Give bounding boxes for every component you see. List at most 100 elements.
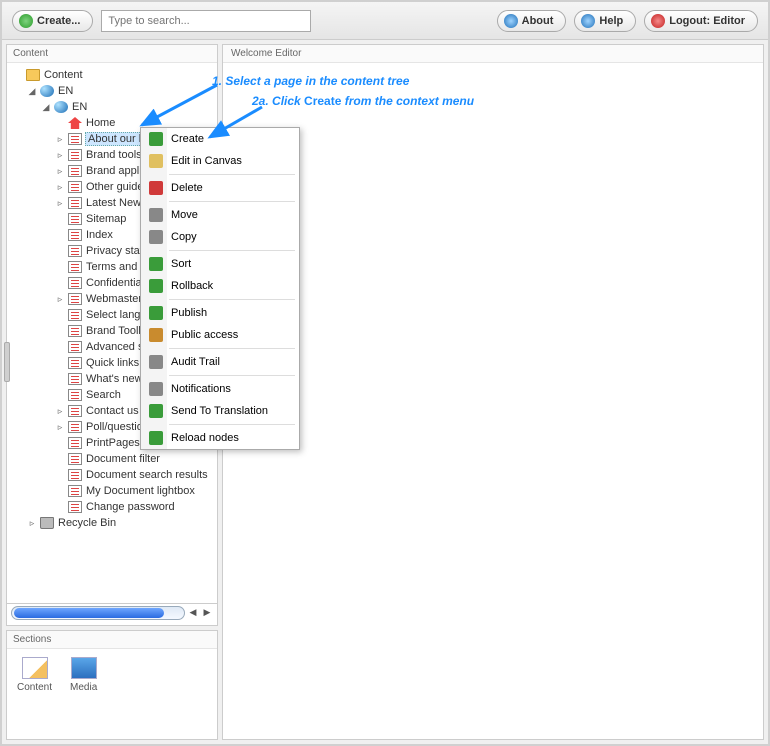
annotation-step2: 2a. Click Create from the context menu (252, 94, 474, 108)
plus-icon (19, 14, 33, 28)
context-menu-item[interactable]: Reload nodes (141, 427, 299, 449)
content-section-icon (22, 657, 48, 679)
about-button[interactable]: About (497, 10, 567, 32)
logout-icon (651, 14, 665, 28)
page-icon (68, 165, 82, 177)
sections-body: Content Media (7, 649, 217, 701)
menu-item-icon (149, 306, 163, 320)
expand-arrow-icon[interactable]: ▹ (55, 166, 65, 177)
search-input[interactable] (101, 10, 311, 32)
help-icon (581, 14, 595, 28)
menu-item-icon (149, 208, 163, 222)
tree-row[interactable]: Change password (9, 499, 215, 515)
welcome-title: Welcome Editor (223, 45, 763, 63)
context-menu-item[interactable]: Copy (141, 226, 299, 248)
tree-row[interactable]: Document filter (9, 451, 215, 467)
tree-item-label: Contact us (85, 405, 140, 417)
expand-arrow-icon[interactable]: ◢ (41, 102, 51, 113)
tree-row[interactable]: My Document lightbox (9, 483, 215, 499)
menu-separator (169, 201, 295, 202)
page-icon (68, 229, 82, 241)
menu-item-label: Edit in Canvas (171, 155, 242, 167)
expand-arrow-icon[interactable]: ▹ (55, 422, 65, 433)
section-media[interactable]: Media (70, 657, 97, 693)
page-icon (68, 341, 82, 353)
context-menu-item[interactable]: Sort (141, 253, 299, 275)
tree-row[interactable]: ◢EN (9, 99, 215, 115)
tree-row[interactable]: Document search results (9, 467, 215, 483)
page-icon (68, 277, 82, 289)
context-menu-item[interactable]: Rollback (141, 275, 299, 297)
page-icon (68, 453, 82, 465)
hscroll-left-icon[interactable]: ◀ (187, 607, 199, 619)
page-icon (68, 261, 82, 273)
context-menu-item[interactable]: Public access (141, 324, 299, 346)
step2-text-b: from the context menu (341, 94, 474, 108)
logout-label: Logout: Editor (669, 15, 745, 27)
tree-item-label: Document search results (85, 469, 209, 481)
expand-arrow-icon[interactable]: ▹ (55, 150, 65, 161)
page-icon (68, 133, 82, 145)
help-button[interactable]: Help (574, 10, 636, 32)
media-section-icon (71, 657, 97, 679)
tree-item-label: Quick links (85, 357, 140, 369)
create-button[interactable]: Create... (12, 10, 93, 32)
tree-row[interactable]: Content (9, 67, 215, 83)
step2-bold: Create (304, 94, 341, 108)
menu-item-label: Copy (171, 231, 197, 243)
hscroll-right-icon[interactable]: ▶ (201, 607, 213, 619)
context-menu-item[interactable]: Send To Translation (141, 400, 299, 422)
menu-item-icon (149, 328, 163, 342)
expand-arrow-icon[interactable]: ▹ (55, 198, 65, 209)
expand-arrow-icon[interactable]: ▹ (55, 182, 65, 193)
expand-arrow-icon[interactable]: ◢ (27, 86, 37, 97)
context-menu[interactable]: Create Edit in Canvas Delete Move Copy Sort Ro… (140, 127, 300, 450)
menu-item-label: Create (171, 133, 204, 145)
menu-item-icon (149, 279, 163, 293)
tree-item-label: Home (85, 117, 116, 129)
menu-item-icon (149, 382, 163, 396)
expand-arrow-icon[interactable]: ▹ (27, 518, 37, 529)
context-menu-item[interactable]: Move (141, 204, 299, 226)
expand-arrow-icon[interactable]: ▹ (55, 294, 65, 305)
logout-button[interactable]: Logout: Editor (644, 10, 758, 32)
page-icon (68, 181, 82, 193)
tree-item-label: Webmaster (85, 293, 143, 305)
create-label: Create... (37, 15, 80, 27)
hscroll-thumb[interactable] (14, 608, 164, 618)
info-icon (504, 14, 518, 28)
menu-item-label: Reload nodes (171, 432, 239, 444)
expand-arrow-icon[interactable]: ▹ (55, 406, 65, 417)
context-menu-item[interactable]: Edit in Canvas (141, 150, 299, 172)
main-layout: Content Content◢EN◢ENHome▹About our bran… (2, 40, 768, 744)
context-menu-item[interactable]: Publish (141, 302, 299, 324)
expand-arrow-icon[interactable]: ▹ (55, 134, 65, 145)
menu-separator (169, 250, 295, 251)
page-icon (68, 421, 82, 433)
tree-row[interactable]: ▹ Recycle Bin (9, 515, 215, 531)
page-icon (68, 197, 82, 209)
folder-icon (26, 69, 40, 81)
sections-panel: Sections Content Media (6, 630, 218, 740)
context-menu-item[interactable]: Create (141, 128, 299, 150)
hscroll-track[interactable] (11, 606, 185, 620)
page-icon (68, 469, 82, 481)
context-menu-item[interactable]: Notifications (141, 378, 299, 400)
menu-item-label: Sort (171, 258, 191, 270)
tree-item-label: Recycle Bin (57, 517, 117, 529)
menu-item-label: Audit Trail (171, 356, 220, 368)
menu-item-label: Notifications (171, 383, 231, 395)
page-icon (68, 293, 82, 305)
page-icon (68, 373, 82, 385)
menu-item-icon (149, 431, 163, 445)
page-icon (68, 501, 82, 513)
tree-row[interactable]: ◢EN (9, 83, 215, 99)
context-menu-item[interactable]: Audit Trail (141, 351, 299, 373)
menu-item-label: Delete (171, 182, 203, 194)
section-content[interactable]: Content (17, 657, 52, 693)
panel-resize-grip[interactable] (4, 342, 10, 382)
step1-text: Select a page in the content tree (225, 74, 409, 88)
section-media-label: Media (70, 682, 97, 693)
tree-hscroll[interactable]: ◀ ▶ (7, 603, 217, 621)
context-menu-item[interactable]: Delete (141, 177, 299, 199)
